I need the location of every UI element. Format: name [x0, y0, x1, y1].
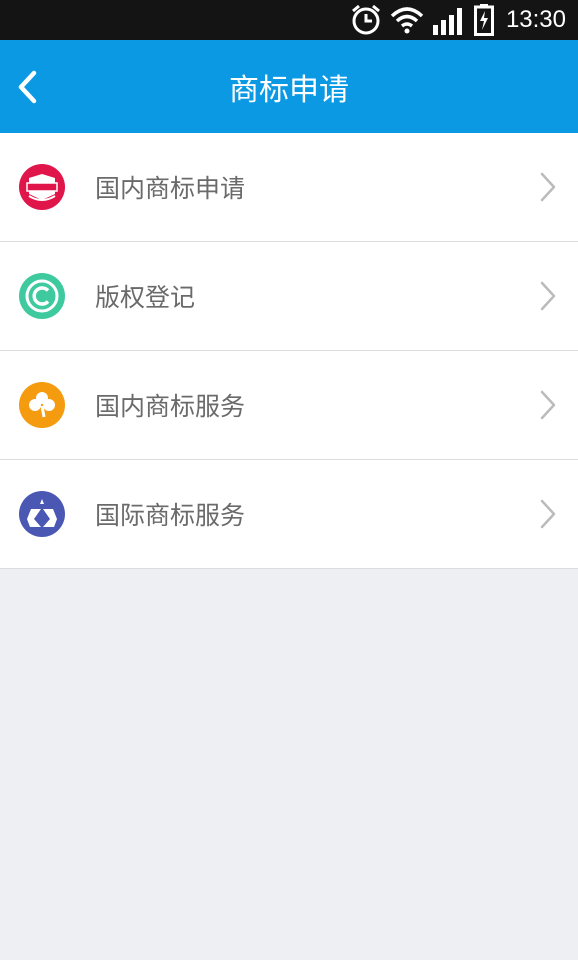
chevron-right-icon [540, 281, 556, 311]
menu-item-label: 国内商标申请 [95, 174, 246, 203]
battery-charging-icon [473, 4, 494, 36]
app-header: 商标申请 [0, 40, 578, 133]
menu-item-label: 国内商标服务 [95, 392, 246, 421]
menu-item-international-trademark-service[interactable]: 国际商标服务 [0, 460, 578, 569]
chevron-right-icon [540, 499, 556, 529]
status-time: 13:30 [505, 6, 566, 33]
copyright-icon [19, 273, 65, 319]
page-title: 商标申请 [229, 72, 349, 108]
signal-icon [432, 5, 466, 35]
wifi-icon [390, 6, 424, 34]
menu-item-label: 版权登记 [95, 283, 196, 312]
emblem-icon [19, 491, 65, 537]
chevron-right-icon [540, 390, 556, 420]
menu-item-domestic-trademark-service[interactable]: 国内商标服务 [0, 351, 578, 460]
status-bar: 13:30 [0, 0, 578, 40]
menu-item-domestic-trademark-application[interactable]: 国内商标申请 [0, 133, 578, 242]
chevron-right-icon [540, 172, 556, 202]
menu-list: 国内商标申请 版权登记 国内商标服务 国际商标服务 [0, 133, 578, 569]
clover-icon [19, 382, 65, 428]
alarm-icon [350, 4, 382, 36]
chevron-left-icon [18, 70, 37, 103]
menu-item-copyright-registration[interactable]: 版权登记 [0, 242, 578, 351]
menu-item-label: 国际商标服务 [95, 501, 246, 530]
cimo-icon [19, 164, 65, 210]
back-button[interactable] [12, 67, 42, 107]
